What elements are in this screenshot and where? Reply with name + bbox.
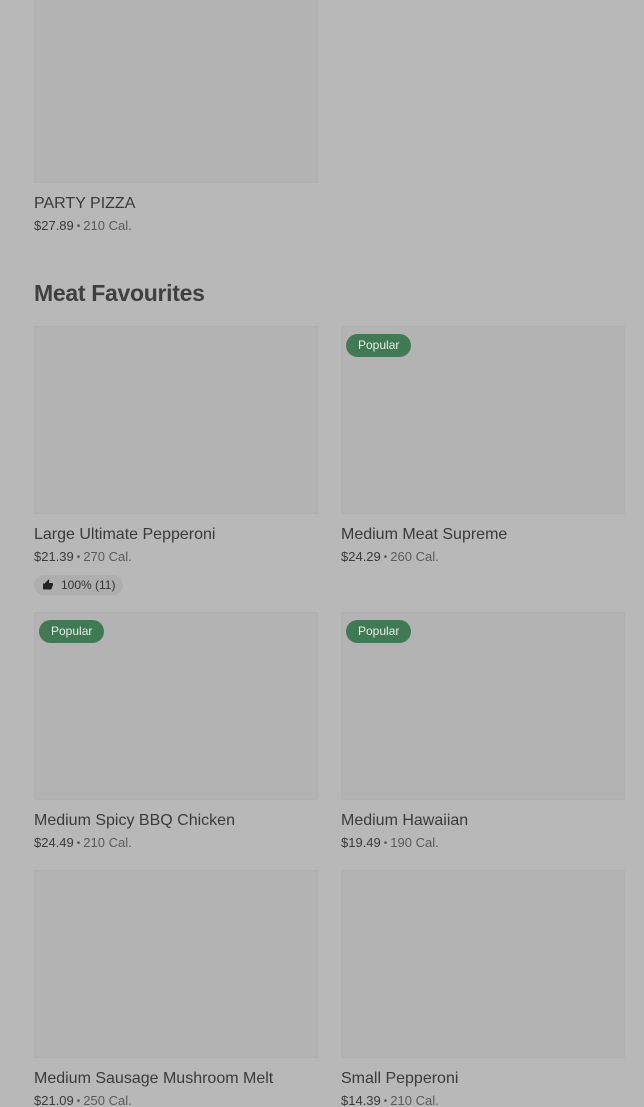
separator-dot: • (76, 221, 81, 232)
item-title: Medium Sausage Mushroom Melt (34, 1070, 274, 1087)
item-price: $24.49 (34, 835, 74, 850)
menu-item-medium-sausage-mushroom-melt[interactable]: Medium Sausage Mushroom Melt $21.09 • 250 … (34, 870, 318, 1107)
item-price: $21.09 (34, 1093, 74, 1107)
menu-item-large-ultimate-pepperoni[interactable]: Large Ultimate Pepperoni $21.39 • 270 Cal.… (34, 326, 318, 596)
separator-dot: • (76, 838, 81, 849)
item-title: Medium Spicy BBQ Chicken (34, 812, 235, 829)
menu-item-medium-spicy-bbq-chicken[interactable]: Popular Medium Spicy BBQ Chicken $24.49 •… (34, 612, 318, 853)
item-meta: $21.09 • 250 Cal. (34, 1093, 318, 1107)
menu-item-party-pizza[interactable]: PARTY PIZZA $27.89 • 210 Cal. (34, 0, 318, 236)
item-calories: 250 Cal. (83, 1093, 132, 1107)
item-price: $24.29 (341, 549, 381, 564)
item-title: Large Ultimate Pepperoni (34, 526, 216, 543)
popular-badge: Popular (346, 334, 412, 357)
item-calories: 210 Cal. (83, 218, 132, 233)
item-meta: $14.39 • 210 Cal. (341, 1093, 625, 1107)
item-image (34, 326, 318, 514)
item-image (34, 0, 318, 183)
item-image: Popular (341, 612, 625, 800)
item-meta: $24.49 • 210 Cal. (34, 835, 318, 853)
item-image: Popular (34, 612, 318, 800)
menu-item-medium-hawaiian[interactable]: Popular Medium Hawaiian $19.49 • 190 Cal. (341, 612, 625, 853)
menu-item-medium-meat-supreme[interactable]: Popular Medium Meat Supreme $24.29 • 260 C… (341, 326, 625, 567)
section-heading: Meat Favourites (34, 280, 205, 306)
thumbs-up-icon (43, 579, 53, 590)
rating-text: 100% (11) (61, 578, 116, 592)
item-calories: 270 Cal. (83, 549, 132, 564)
item-meta: $24.29 • 260 Cal. (341, 549, 625, 567)
item-title: Medium Hawaiian (341, 812, 469, 829)
item-title: PARTY PIZZA (34, 195, 136, 212)
menu-page: PARTY PIZZA $27.89 • 210 Cal. Meat Favouri… (0, 0, 644, 1107)
item-calories: 210 Cal. (83, 835, 132, 850)
item-calories: 190 Cal. (390, 835, 439, 850)
separator-dot: • (383, 838, 388, 849)
separator-dot: • (76, 1096, 81, 1107)
item-image (34, 870, 318, 1058)
item-title: Medium Meat Supreme (341, 526, 508, 543)
item-price: $21.39 (34, 549, 74, 564)
item-calories: 260 Cal. (390, 549, 439, 564)
item-meta: $21.39 • 270 Cal. (34, 549, 318, 567)
item-meta: $19.49 • 190 Cal. (341, 835, 625, 853)
separator-dot: • (76, 552, 81, 563)
item-calories: 210 Cal. (390, 1093, 439, 1107)
item-price: $27.89 (34, 218, 74, 233)
separator-dot: • (383, 552, 388, 563)
rating-badge: 100% (11) (34, 575, 124, 595)
separator-dot: • (383, 1096, 388, 1107)
popular-badge: Popular (39, 620, 105, 643)
item-meta: $27.89 • 210 Cal. (34, 218, 318, 236)
item-image: Popular (341, 326, 625, 514)
item-title: Small Pepperoni (341, 1070, 459, 1087)
item-price: $14.39 (341, 1093, 381, 1107)
popular-badge: Popular (346, 620, 412, 643)
item-price: $19.49 (341, 835, 381, 850)
item-image (341, 870, 625, 1058)
menu-item-small-pepperoni[interactable]: Small Pepperoni $14.39 • 210 Cal. (341, 870, 625, 1107)
